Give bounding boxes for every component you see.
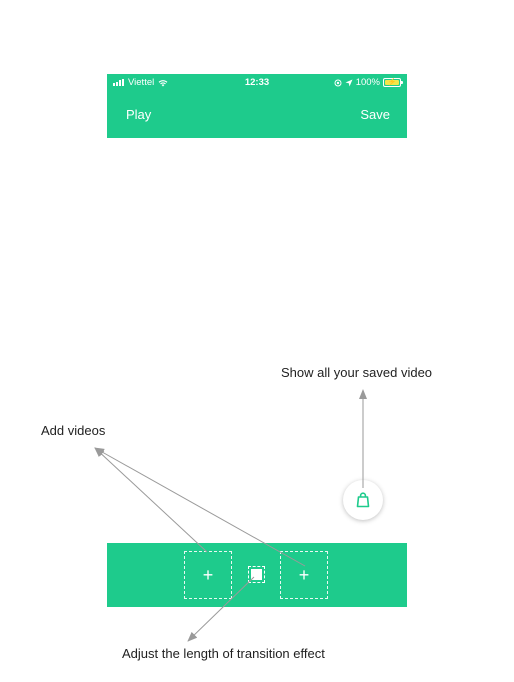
orientation-lock-icon xyxy=(334,79,342,86)
location-icon xyxy=(345,79,353,86)
add-video-slot-1[interactable]: + xyxy=(184,551,232,599)
bottom-toolbar: + + xyxy=(107,543,407,607)
battery-icon: ⚡ xyxy=(383,78,403,87)
plus-icon: + xyxy=(298,564,310,585)
save-button[interactable]: Save xyxy=(360,107,390,122)
status-right-group: 100% ⚡ xyxy=(334,77,403,88)
shopping-bag-icon xyxy=(356,492,370,508)
saved-videos-button[interactable] xyxy=(343,480,383,520)
battery-percent: 100% xyxy=(355,77,380,88)
nav-bar: Play Save xyxy=(107,90,407,138)
add-videos-caption: Add videos xyxy=(41,423,106,438)
saved-videos-caption: Show all your saved video xyxy=(281,365,433,380)
arrow-add-left xyxy=(94,447,208,553)
transition-caption: Adjust the length of transition effect xyxy=(122,646,325,661)
transition-handle[interactable] xyxy=(248,566,265,583)
play-button[interactable]: Play xyxy=(126,107,151,122)
transition-square xyxy=(251,569,262,580)
add-video-slot-2[interactable]: + xyxy=(280,551,328,599)
plus-icon: + xyxy=(202,564,214,585)
phone-top-bar: Viettel 12:33 100% ⚡ Play Save xyxy=(107,74,407,138)
status-bar: Viettel 12:33 100% ⚡ xyxy=(107,74,407,90)
charging-bolt-icon: ⚡ xyxy=(387,79,397,86)
